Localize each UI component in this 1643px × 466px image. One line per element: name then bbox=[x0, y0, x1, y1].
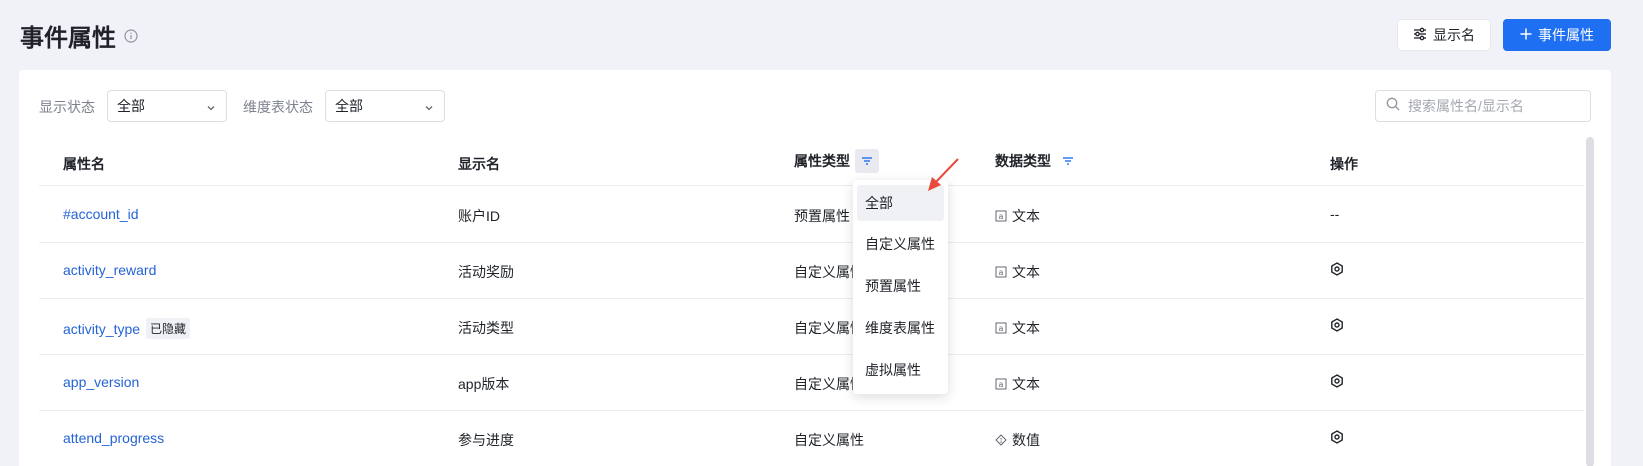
dropdown-option-virtual[interactable]: 虚拟属性 bbox=[857, 352, 944, 388]
svg-text:a: a bbox=[999, 212, 1004, 221]
attribute-name-link[interactable]: app_version bbox=[63, 374, 139, 390]
add-event-attribute-label: 事件属性 bbox=[1538, 27, 1594, 43]
data-type-label: 文本 bbox=[1012, 208, 1040, 224]
dropdown-option-dim-table[interactable]: 维度表属性 bbox=[857, 310, 944, 346]
table-row: activity_reward 活动奖励 自定义属性 a 文本 bbox=[39, 243, 1584, 299]
attribute-name-link[interactable]: activity_reward bbox=[63, 262, 156, 278]
table-header: 属性名 显示名 属性类型 数据类型 操作 bbox=[39, 137, 1584, 186]
dropdown-option-custom[interactable]: 自定义属性 bbox=[857, 226, 944, 262]
data-type-cell: a 文本 bbox=[995, 318, 1040, 338]
data-type-label: 文本 bbox=[1012, 320, 1040, 336]
data-type-label: 文本 bbox=[1012, 264, 1040, 280]
display-name-cell: app版本 bbox=[458, 376, 510, 392]
filter-icon[interactable] bbox=[855, 149, 879, 173]
table-row: attend_progress 参与进度 自定义属性 1 数值 bbox=[39, 411, 1584, 466]
column-header-name: 属性名 bbox=[63, 156, 105, 172]
attribute-name-link[interactable]: activity_type bbox=[63, 321, 140, 337]
gear-icon[interactable] bbox=[1330, 318, 1344, 332]
display-status-select[interactable]: 全部 bbox=[107, 90, 227, 122]
dropdown-option-preset[interactable]: 预置属性 bbox=[857, 268, 944, 304]
annotation-arrow bbox=[928, 158, 959, 191]
display-name-cell: 活动类型 bbox=[458, 320, 514, 336]
gear-icon[interactable] bbox=[1330, 262, 1344, 276]
attr-type-cell: 自定义属性 bbox=[794, 432, 864, 448]
page-title: 事件属性 bbox=[20, 18, 138, 53]
plus-icon bbox=[1520, 27, 1532, 43]
display-status-label: 显示状态 bbox=[39, 99, 95, 115]
display-name-cell: 活动奖励 bbox=[458, 264, 514, 280]
attr-type-cell: 预置属性 bbox=[794, 208, 850, 224]
gear-icon[interactable] bbox=[1330, 430, 1344, 444]
data-type-label: 数值 bbox=[1012, 432, 1040, 448]
display-name-cell: 账户ID bbox=[458, 208, 500, 224]
page-title-text: 事件属性 bbox=[20, 25, 116, 52]
attr-type-filter-dropdown: 全部 自定义属性 预置属性 维度表属性 虚拟属性 bbox=[853, 180, 948, 394]
text-icon: a bbox=[995, 378, 1007, 390]
action-empty: -- bbox=[1330, 206, 1340, 222]
attribute-name-cell: activity_type 已隐藏 bbox=[63, 318, 191, 339]
svg-text:a: a bbox=[999, 380, 1004, 389]
table-row: activity_type 已隐藏 活动类型 自定义属性 a 文本 bbox=[39, 299, 1584, 355]
data-type-cell: a 文本 bbox=[995, 262, 1040, 282]
text-icon: a bbox=[995, 210, 1007, 222]
text-icon: a bbox=[995, 266, 1007, 278]
data-type-label: 文本 bbox=[1012, 376, 1040, 392]
data-type-cell: a 文本 bbox=[995, 206, 1040, 226]
table-row: app_version app版本 自定义属性 a 文本 bbox=[39, 355, 1584, 411]
dim-table-status-value: 全部 bbox=[335, 98, 363, 114]
attribute-name-link[interactable]: #account_id bbox=[63, 206, 139, 222]
attribute-name-link[interactable]: attend_progress bbox=[63, 430, 164, 446]
hidden-badge: 已隐藏 bbox=[146, 318, 191, 339]
gear-icon[interactable] bbox=[1330, 374, 1344, 388]
svg-text:1: 1 bbox=[999, 438, 1003, 445]
sliders-icon bbox=[1413, 27, 1427, 44]
display-name-button-label: 显示名 bbox=[1433, 27, 1475, 43]
data-type-cell: a 文本 bbox=[995, 374, 1040, 394]
table-row: #account_id 账户ID 预置属性 a 文本 -- bbox=[39, 187, 1584, 243]
dim-table-status-select[interactable]: 全部 bbox=[325, 90, 445, 122]
svg-text:a: a bbox=[999, 324, 1004, 333]
chevron-down-icon bbox=[206, 100, 216, 116]
column-header-data-type-label: 数据类型 bbox=[995, 153, 1051, 169]
dim-table-status-label: 维度表状态 bbox=[243, 99, 313, 115]
column-header-actions: 操作 bbox=[1330, 156, 1358, 172]
display-name-button[interactable]: 显示名 bbox=[1397, 19, 1491, 51]
search-input[interactable] bbox=[1408, 98, 1578, 114]
number-icon: 1 bbox=[995, 434, 1007, 446]
svg-text:a: a bbox=[999, 268, 1004, 277]
search-box[interactable] bbox=[1375, 90, 1591, 122]
column-header-attr-type: 属性类型 bbox=[794, 149, 879, 173]
column-header-display-name: 显示名 bbox=[458, 156, 500, 172]
display-status-value: 全部 bbox=[117, 98, 145, 114]
filter-icon[interactable] bbox=[1056, 149, 1080, 173]
search-icon bbox=[1386, 97, 1400, 116]
column-header-attr-type-label: 属性类型 bbox=[794, 153, 850, 169]
chevron-down-icon bbox=[424, 100, 434, 116]
info-icon[interactable] bbox=[124, 28, 138, 43]
vertical-scrollbar[interactable] bbox=[1586, 137, 1594, 466]
data-type-cell: 1 数值 bbox=[995, 430, 1040, 450]
add-event-attribute-button[interactable]: 事件属性 bbox=[1503, 19, 1611, 51]
text-icon: a bbox=[995, 322, 1007, 334]
column-header-data-type: 数据类型 bbox=[995, 149, 1080, 173]
display-name-cell: 参与进度 bbox=[458, 432, 514, 448]
